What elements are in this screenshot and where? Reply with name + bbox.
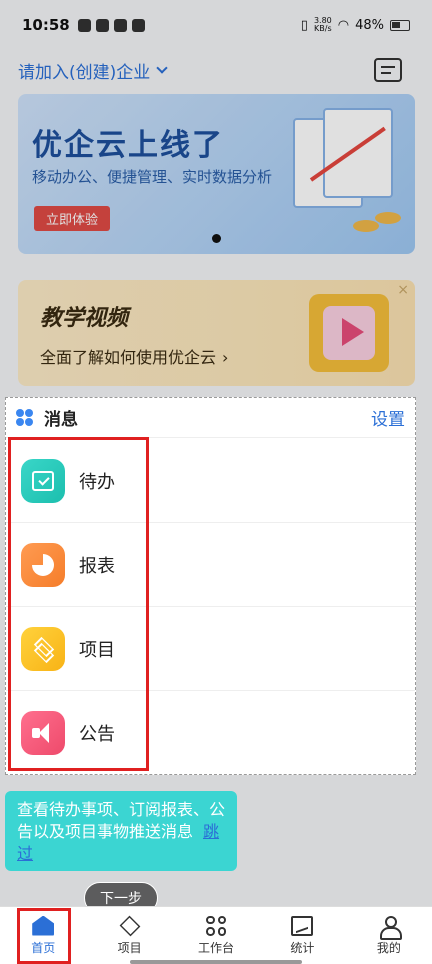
tab-label: 我的 <box>376 940 401 955</box>
settings-link[interactable]: 设置 <box>371 405 405 430</box>
guide-tab-highlight-box <box>17 908 71 964</box>
tab-label: 工作台 <box>198 940 235 955</box>
grid-icon <box>206 915 227 936</box>
guide-tip-text: 查看待办事项、订阅报表、公告以及项目事物推送消息 <box>17 800 226 841</box>
chart-icon <box>291 915 314 936</box>
user-icon <box>379 915 402 940</box>
messages-title: 消息 <box>44 410 78 430</box>
tab-profile[interactable]: 我的 <box>346 907 432 964</box>
tab-label: 统计 <box>290 940 315 955</box>
guide-tooltip: 查看待办事项、订阅报表、公告以及项目事物推送消息 跳过 <box>5 791 237 871</box>
layers-icon <box>119 915 141 936</box>
tab-workbench[interactable]: 工作台 <box>173 907 259 964</box>
tab-project[interactable]: 项目 <box>86 907 172 964</box>
messages-header: 消息 设置 <box>6 398 415 438</box>
clover-icon <box>16 408 34 427</box>
tab-label: 项目 <box>117 940 142 955</box>
guide-highlight-box <box>8 437 149 771</box>
tab-statistics[interactable]: 统计 <box>259 907 345 964</box>
home-indicator <box>130 960 302 964</box>
